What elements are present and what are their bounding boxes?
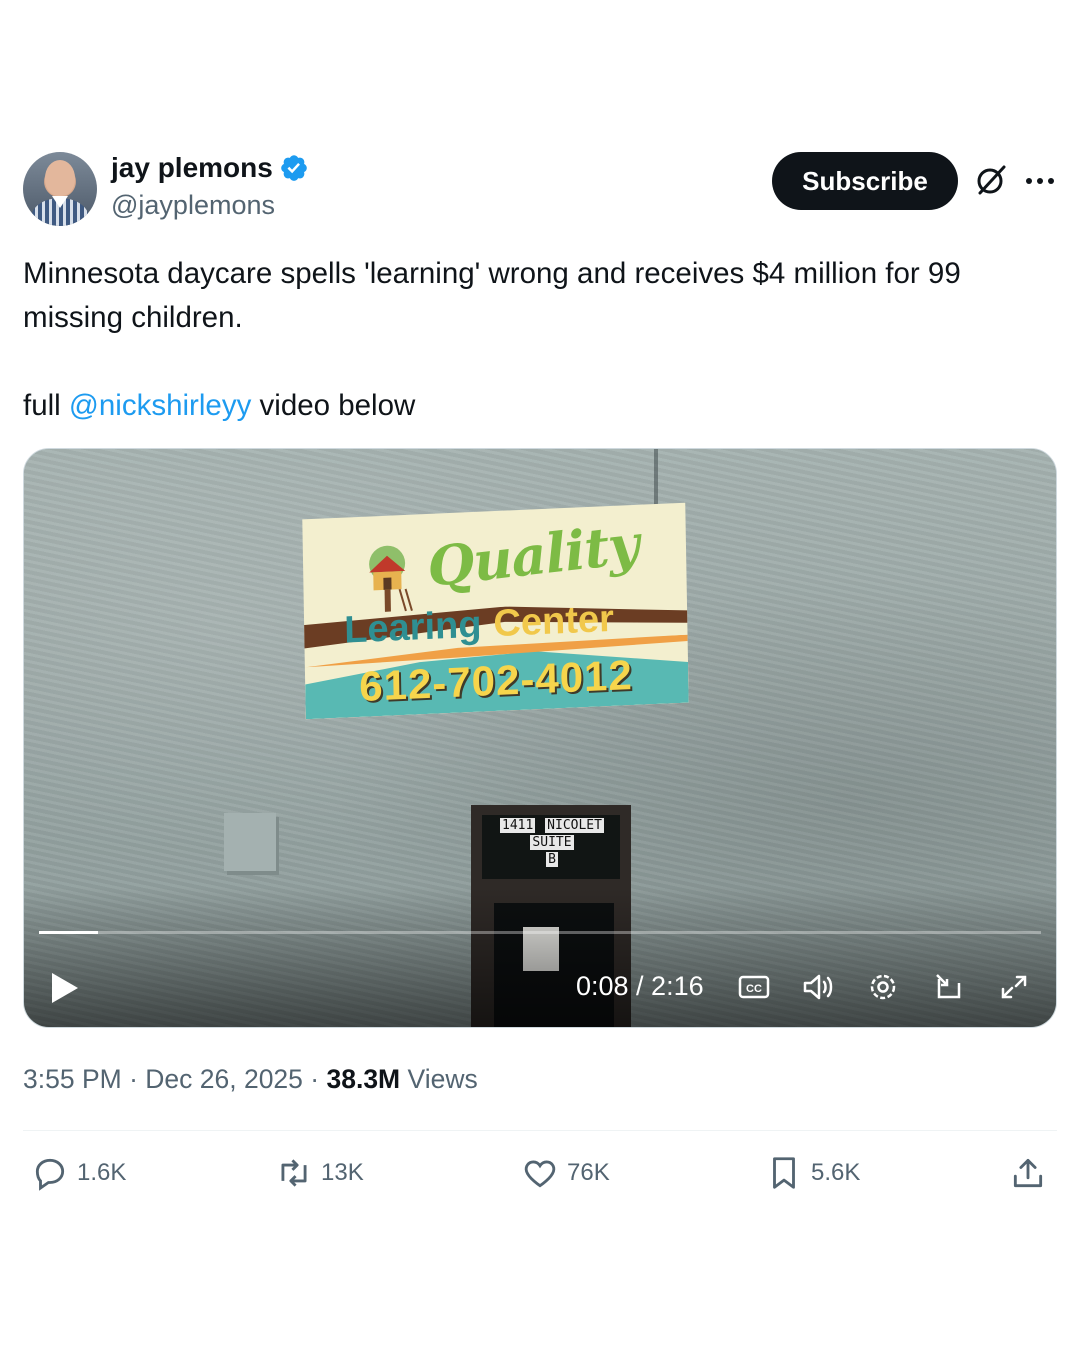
repost-count: 13K bbox=[321, 1159, 364, 1186]
tweet-time[interactable]: 3:55 PM bbox=[23, 1064, 122, 1094]
bookmark-count: 5.6K bbox=[811, 1159, 861, 1186]
video-time: 0:08 / 2:16 bbox=[576, 971, 704, 1001]
mention-link[interactable]: @nickshirleyy bbox=[69, 389, 251, 422]
tweet-header: jay plemons @jayplemons Subscribe bbox=[23, 150, 1057, 230]
settings-icon[interactable] bbox=[865, 969, 901, 1005]
reply-button[interactable]: 1.6K bbox=[31, 1154, 126, 1192]
sign-word-learing: Learing bbox=[343, 603, 482, 652]
heart-icon bbox=[524, 1160, 556, 1188]
author-handle[interactable]: @jayplemons bbox=[111, 190, 275, 221]
captions-icon[interactable]: CC bbox=[736, 969, 772, 1005]
repost-icon bbox=[281, 1159, 307, 1187]
volume-icon[interactable] bbox=[800, 969, 836, 1005]
address-suite: SUITE bbox=[530, 835, 574, 850]
address-plate: 1411 NICOLET SUITE B bbox=[484, 817, 620, 868]
author-name[interactable]: jay plemons bbox=[111, 152, 273, 184]
meta-separator: · bbox=[121, 1064, 146, 1094]
bookmark-icon bbox=[773, 1157, 795, 1189]
verified-badge-icon[interactable] bbox=[279, 153, 309, 183]
grok-icon[interactable] bbox=[973, 162, 1009, 198]
pip-icon[interactable] bbox=[931, 969, 967, 1005]
subscribe-button[interactable]: Subscribe bbox=[772, 152, 958, 210]
tweet-text-prefix: full bbox=[23, 389, 69, 422]
bookmark-button[interactable]: 5.6K bbox=[765, 1154, 860, 1192]
address-number: 1411 bbox=[500, 818, 536, 833]
views-label: Views bbox=[400, 1064, 478, 1094]
reply-icon bbox=[35, 1158, 65, 1191]
tweet-text-suffix: video below bbox=[251, 389, 416, 422]
play-icon[interactable] bbox=[48, 969, 82, 1007]
reply-count: 1.6K bbox=[77, 1159, 127, 1186]
author-name-row: jay plemons bbox=[111, 152, 309, 184]
daycare-sign: Quality Learing Center 612-702-4012 bbox=[302, 502, 689, 720]
share-icon bbox=[1013, 1158, 1043, 1188]
divider bbox=[23, 1130, 1057, 1131]
meta-separator: · bbox=[302, 1064, 327, 1094]
views-count: 38.3M bbox=[326, 1064, 401, 1094]
address-street: NICOLET bbox=[545, 818, 604, 833]
more-icon[interactable] bbox=[1023, 162, 1057, 198]
share-button[interactable] bbox=[1009, 1154, 1047, 1192]
like-button[interactable]: 76K bbox=[521, 1154, 610, 1192]
sign-word-center: Center bbox=[493, 597, 615, 646]
video-progress-fill bbox=[39, 931, 99, 934]
video-player[interactable]: Quality Learing Center 612-702-4012 1411 … bbox=[23, 448, 1057, 1028]
repost-button[interactable]: 13K bbox=[275, 1154, 364, 1192]
fullscreen-icon[interactable] bbox=[996, 969, 1032, 1005]
svg-text:CC: CC bbox=[746, 983, 762, 995]
wall-box bbox=[224, 813, 276, 871]
treehouse-icon bbox=[369, 545, 413, 612]
video-progress-bar[interactable] bbox=[39, 931, 1041, 934]
tweet-meta: 3:55 PM · Dec 26, 2025 · 38.3M Views bbox=[23, 1064, 478, 1095]
avatar[interactable] bbox=[23, 152, 97, 226]
tweet-actions: 1.6K 13K 76K 5.6K bbox=[23, 1154, 1057, 1204]
address-suite-letter: B bbox=[546, 852, 558, 867]
tweet-text-line2: full @nickshirleyy video below bbox=[23, 384, 1057, 428]
like-count: 76K bbox=[567, 1159, 610, 1186]
sign-word-quality: Quality bbox=[424, 511, 642, 600]
tweet: jay plemons @jayplemons Subscribe Minnes… bbox=[23, 150, 1057, 1191]
tweet-date[interactable]: Dec 26, 2025 bbox=[145, 1064, 303, 1094]
tweet-text: Minnesota daycare spells 'learning' wron… bbox=[23, 252, 1057, 428]
tweet-text-line1: Minnesota daycare spells 'learning' wron… bbox=[23, 257, 961, 334]
